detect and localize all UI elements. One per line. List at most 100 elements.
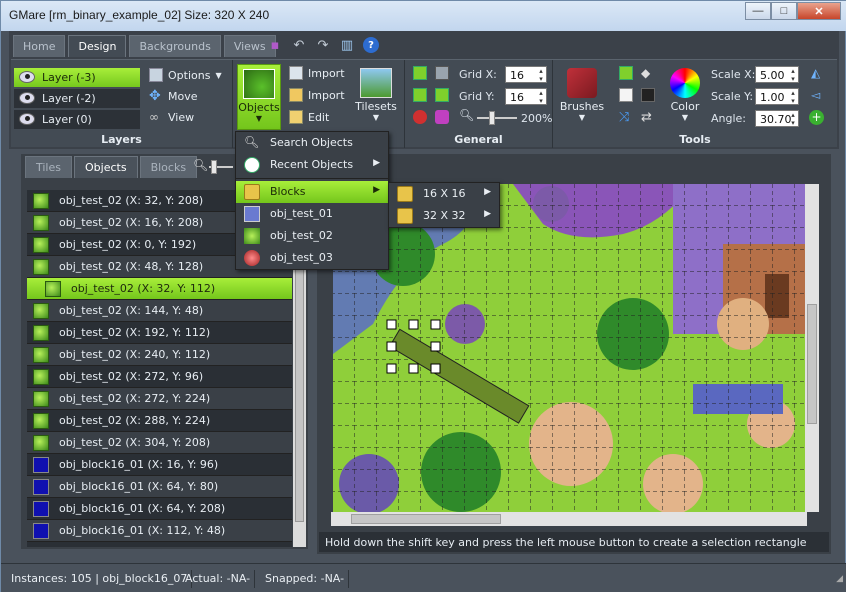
table-row[interactable]: obj_test_02 (X: 192, Y: 112) <box>27 322 292 344</box>
snap-icon[interactable] <box>413 88 427 102</box>
tab-home[interactable]: Home <box>13 35 66 57</box>
row-label: obj_test_02 (X: 144, Y: 48) <box>59 304 204 317</box>
table-row[interactable]: obj_test_02 (X: 272, Y: 224) <box>27 388 292 410</box>
view-button[interactable]: ∞ View <box>149 110 194 124</box>
save-icon[interactable]: ▪ <box>267 37 283 53</box>
row-label: obj_block16_01 (X: 64, Y: 208) <box>59 502 226 515</box>
book-icon[interactable]: ▥ <box>339 37 355 53</box>
tree-icon <box>33 259 49 275</box>
eye-icon[interactable] <box>19 92 35 104</box>
tree-icon <box>33 325 49 341</box>
status-bar: Instances: 105 | obj_block16_07 Actual: … <box>1 563 846 592</box>
brushes-button[interactable]: Brushes ▼ <box>559 64 605 130</box>
chevron-down-icon: ▼ <box>578 113 586 122</box>
menu-recent-objects[interactable]: Recent Objects ▶ <box>236 154 388 176</box>
row-label: obj_test_02 (X: 304, Y: 208) <box>59 436 211 449</box>
tab-tiles[interactable]: Tiles <box>25 156 72 178</box>
table-row[interactable]: obj_block16_01 (X: 16, Y: 96) <box>27 454 292 476</box>
grid-icon[interactable] <box>413 66 427 80</box>
tree-icon <box>33 391 49 407</box>
menu-blocks[interactable]: Blocks ▶ <box>236 181 388 203</box>
move-button[interactable]: ✥ Move <box>149 89 198 103</box>
tab-design[interactable]: Design <box>68 35 127 57</box>
row-label: obj_test_02 (X: 16, Y: 208) <box>59 216 204 229</box>
room-canvas[interactable] <box>333 184 805 512</box>
room-map[interactable] <box>333 184 805 512</box>
map-horizontal-scrollbar[interactable] <box>331 512 807 526</box>
redo-icon[interactable]: ↷ <box>315 37 331 53</box>
help-icon[interactable]: ? <box>363 37 379 53</box>
eraser-icon[interactable]: ◆ <box>641 66 655 80</box>
pencil-icon[interactable] <box>619 66 633 80</box>
menu-search-objects[interactable]: 🔍︎ Search Objects <box>236 132 388 154</box>
resize-grip-icon[interactable]: ◢ <box>836 574 843 584</box>
table-row[interactable]: obj_test_02 (X: 288, Y: 224) <box>27 410 292 432</box>
tilesets-button[interactable]: Tilesets ▼ <box>353 64 399 130</box>
scale-x-label: Scale X: <box>711 68 756 81</box>
shuffle-icon[interactable]: ⤨ <box>619 110 633 125</box>
table-row[interactable]: obj_test_02 (X: 144, Y: 48) <box>27 300 292 322</box>
menu-obj-test-02[interactable]: obj_test_02 <box>236 225 388 247</box>
color-button[interactable]: Color ▼ <box>663 64 707 130</box>
add-icon[interactable]: + <box>809 110 824 125</box>
close-button[interactable]: ✕ <box>797 2 841 20</box>
overlay-toggle-icon[interactable] <box>435 110 449 124</box>
minimize-button[interactable]: — <box>745 2 771 20</box>
layer-item-minus2[interactable]: Layer (-2) <box>14 89 140 108</box>
grid-toggle-icon[interactable] <box>435 88 449 102</box>
tools-group: Brushes ▼ ◆ ⤨ ⇄ Color ▼ Scale X: 5.00 Sc… <box>553 60 837 148</box>
grid-x-input[interactable]: 16 <box>505 66 547 83</box>
panel-zoom-thumb[interactable] <box>211 160 217 174</box>
grid-pattern-icon[interactable] <box>435 66 449 80</box>
undo-icon[interactable]: ↶ <box>291 37 307 53</box>
angle-input[interactable]: 30.70 <box>755 110 799 127</box>
tab-objects[interactable]: Objects <box>74 156 138 178</box>
table-row[interactable]: obj_test_02 (X: 272, Y: 96) <box>27 366 292 388</box>
tab-blocks[interactable]: Blocks <box>139 156 198 178</box>
tree-icon <box>33 303 49 319</box>
block-icon <box>33 501 49 517</box>
maximize-button[interactable]: □ <box>771 2 797 20</box>
menu-label: obj_test_02 <box>270 229 333 242</box>
table-row[interactable]: obj_test_02 (X: 304, Y: 208) <box>27 432 292 454</box>
scale-x-input[interactable]: 5.00 <box>755 66 799 83</box>
map-horizontal-thumb[interactable] <box>351 514 501 524</box>
map-vertical-scrollbar[interactable] <box>805 184 819 512</box>
table-row[interactable]: obj_test_02 (X: 32, Y: 112) <box>27 278 292 300</box>
import-objects-button[interactable]: Import <box>289 66 345 80</box>
fill-icon[interactable] <box>641 88 655 102</box>
eye-icon[interactable] <box>19 71 35 83</box>
import-button-2[interactable]: Import <box>289 88 345 102</box>
eye-icon[interactable] <box>19 113 35 125</box>
import-icon <box>289 66 303 80</box>
panel-zoom-slider[interactable] <box>209 160 233 174</box>
scale-y-input[interactable]: 1.00 <box>755 88 799 105</box>
edit-button[interactable]: Edit <box>289 110 329 124</box>
table-row[interactable]: obj_block16_01 (X: 112, Y: 48) <box>27 520 292 542</box>
tab-backgrounds[interactable]: Backgrounds <box>129 35 221 57</box>
panel-tabs: Tiles Objects Blocks <box>25 156 198 178</box>
menu-obj-test-03[interactable]: obj_test_03 <box>236 247 388 269</box>
grid-y-input[interactable]: 16 <box>505 88 547 105</box>
flip-horizontal-icon[interactable]: ◭ <box>811 66 820 80</box>
layer-item-0[interactable]: Layer (0) <box>14 110 140 129</box>
selection-icon[interactable] <box>619 88 633 102</box>
replace-icon[interactable]: ⇄ <box>641 110 655 125</box>
flip-vertical-icon[interactable]: ◅ <box>811 88 820 102</box>
layer-item-minus3[interactable]: Layer (-3) <box>14 68 140 87</box>
objects-button[interactable]: Objects ▼ <box>237 64 281 130</box>
table-row[interactable]: obj_block16_01 (X: 64, Y: 208) <box>27 498 292 520</box>
grid-y-label: Grid Y: <box>459 90 495 103</box>
zoom-slider[interactable] <box>477 111 517 125</box>
options-button[interactable]: Options ▼ <box>149 68 222 82</box>
object-toggle-icon[interactable] <box>413 110 427 124</box>
submenu-16x16[interactable]: 16 X 16 ▶ <box>389 183 499 205</box>
row-label: obj_test_02 (X: 288, Y: 224) <box>59 414 211 427</box>
table-row[interactable]: obj_block16_01 (X: 64, Y: 80) <box>27 476 292 498</box>
zoom-value: 200% <box>521 112 553 125</box>
map-vertical-thumb[interactable] <box>807 304 817 424</box>
zoom-slider-thumb[interactable] <box>489 111 495 125</box>
submenu-32x32[interactable]: 32 X 32 ▶ <box>389 205 499 227</box>
table-row[interactable]: obj_test_02 (X: 240, Y: 112) <box>27 344 292 366</box>
menu-obj-test-01[interactable]: obj_test_01 <box>236 203 388 225</box>
